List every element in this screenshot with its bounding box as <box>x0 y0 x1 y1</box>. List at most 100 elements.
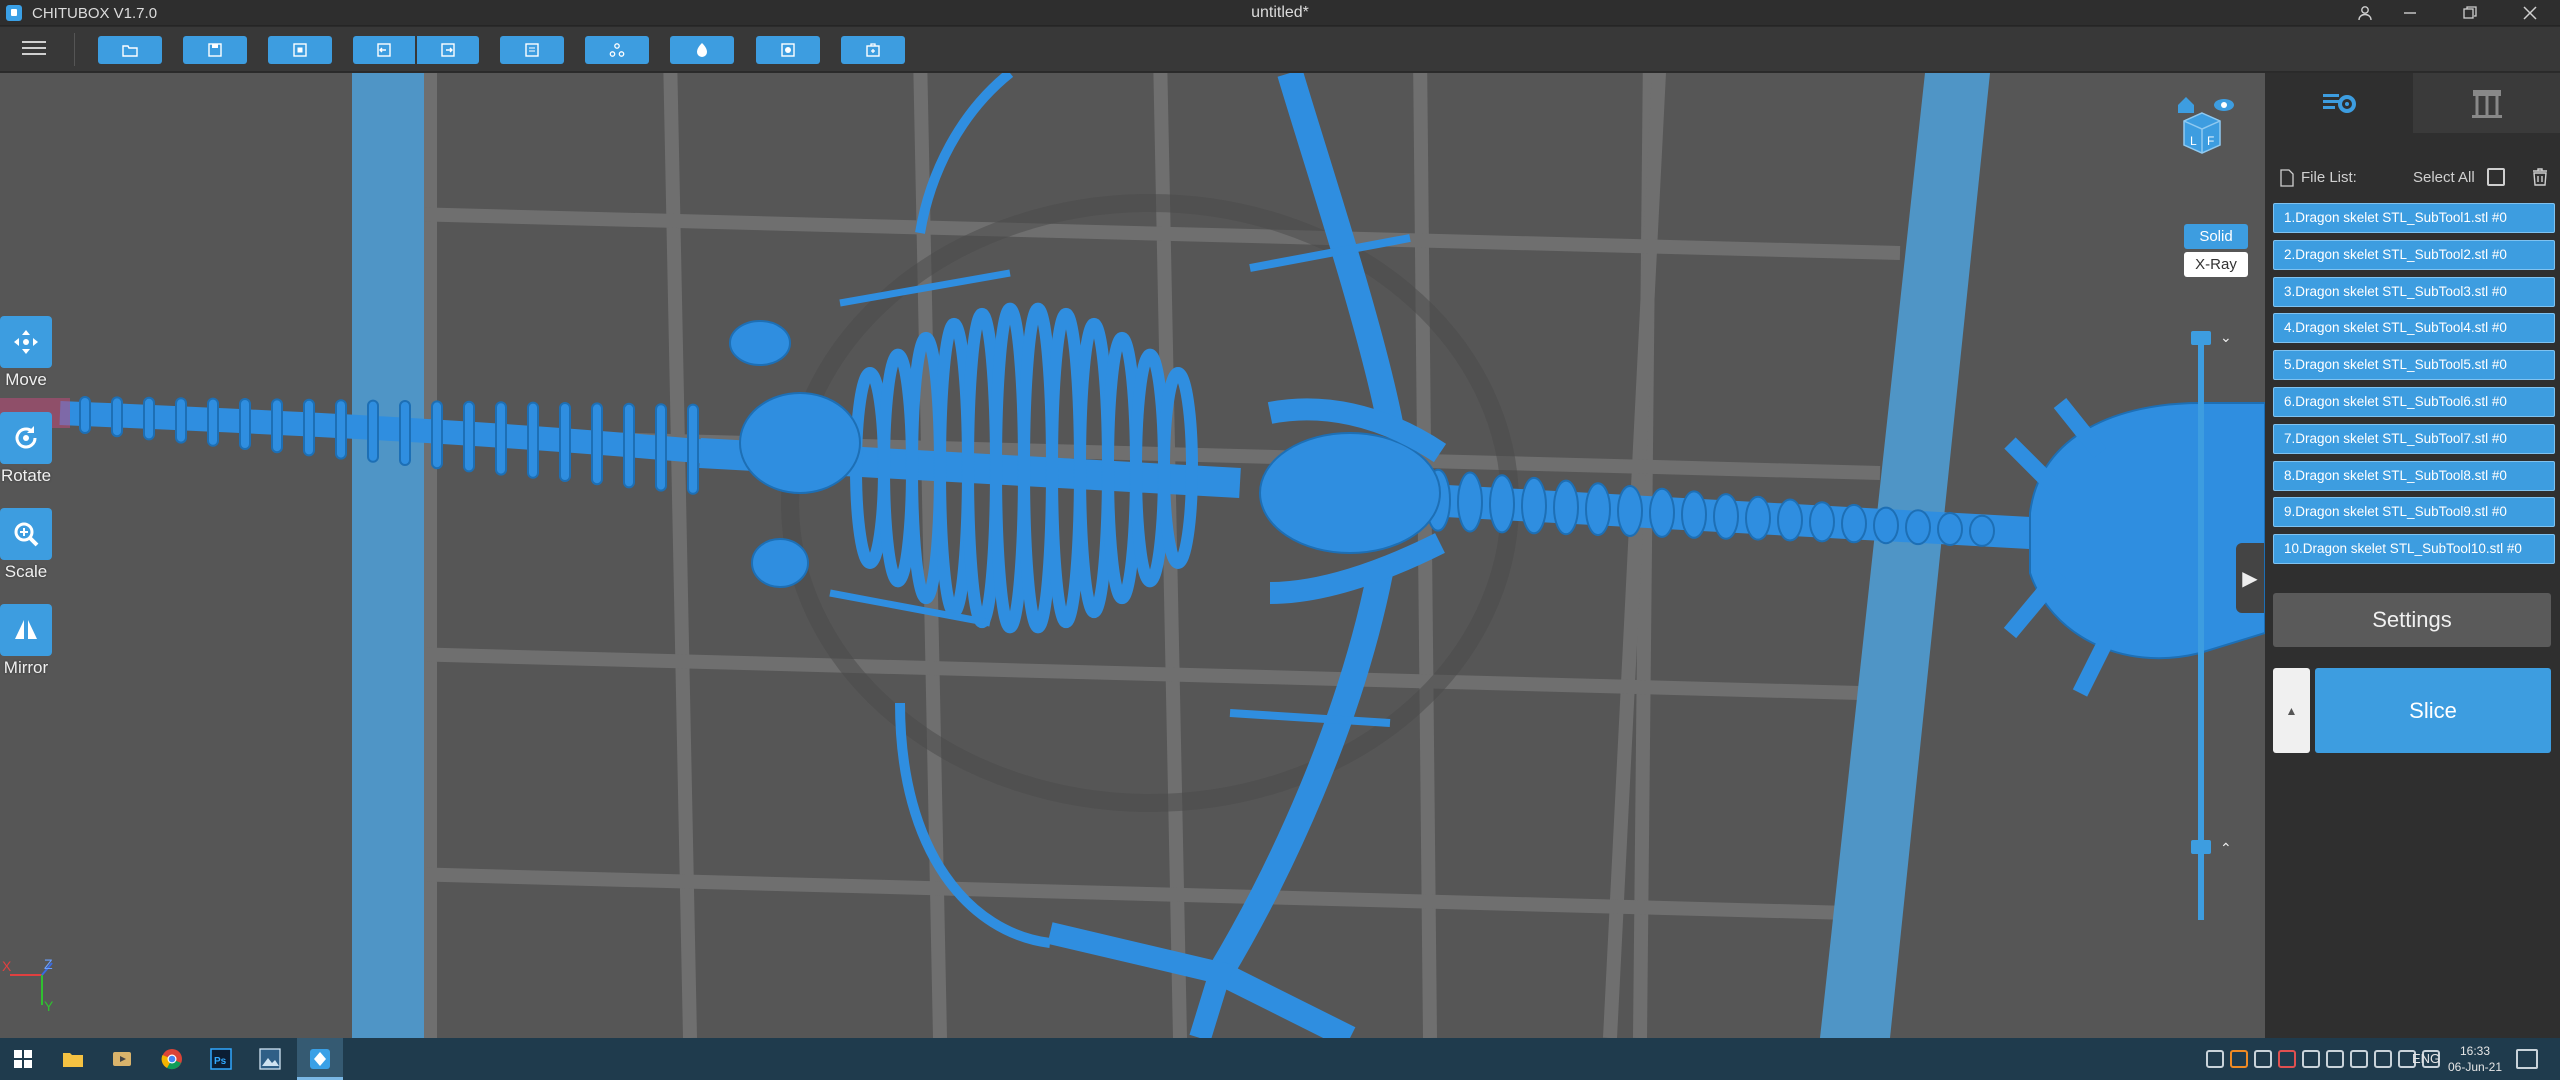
layout-icon <box>866 43 880 57</box>
photos-icon[interactable] <box>255 1044 285 1074</box>
dig-hole-icon <box>781 43 795 57</box>
hollow-icon <box>697 43 707 57</box>
file-list: 1.Dragon skelet STL_SubTool1.stl #0 2.Dr… <box>2273 203 2555 626</box>
scale-tool[interactable]: Scale <box>0 508 52 582</box>
settings-button[interactable]: Settings <box>2273 593 2551 647</box>
file-list-label: File List: <box>2301 169 2357 186</box>
file-list-item[interactable]: 7.Dragon skelet STL_SubTool7.stl #0 <box>2273 423 2555 454</box>
toolbar-divider <box>74 33 75 66</box>
clock-time: 16:33 <box>2459 1044 2491 1058</box>
home-icon <box>2178 97 2194 113</box>
tray-app-icon[interactable] <box>2326 1050 2344 1068</box>
network-icon[interactable] <box>2374 1050 2392 1068</box>
solid-mode-button[interactable]: Solid <box>2184 224 2248 249</box>
file-list-item[interactable]: 1.Dragon skelet STL_SubTool1.stl #0 <box>2273 203 2555 233</box>
triangle-up-icon: ▲ <box>2285 703 2298 718</box>
fit-view-button[interactable] <box>268 36 332 64</box>
axis-y-label: Y <box>44 998 54 1013</box>
layout-button[interactable] <box>841 36 905 64</box>
media-player-icon[interactable] <box>107 1044 137 1074</box>
chitubox-icon[interactable] <box>305 1044 335 1074</box>
open-file-icon <box>122 45 138 57</box>
chevron-down-icon[interactable]: ⌄ <box>2220 329 2232 346</box>
clock-date: 06-Jun-21 <box>2447 1060 2503 1074</box>
language-indicator[interactable]: ENG <box>2412 1051 2440 1066</box>
account-icon[interactable] <box>2345 0 2385 26</box>
save-button[interactable] <box>183 36 247 64</box>
file-icon <box>2280 169 2294 187</box>
collapse-panel-button[interactable]: ▶ <box>2236 543 2264 613</box>
mirror-label: Mirror <box>3 658 49 677</box>
minimize-icon[interactable] <box>2390 0 2430 26</box>
file-list-item[interactable]: 10.Dragon skelet STL_SubTool10.stl #0 <box>2273 534 2555 565</box>
start-icon[interactable] <box>8 1044 38 1074</box>
trash-icon[interactable] <box>2530 167 2550 187</box>
scale-icon[interactable] <box>0 508 52 560</box>
tab-model-settings[interactable] <box>2265 73 2412 133</box>
tab-supports[interactable] <box>2413 73 2560 133</box>
axis-gizmo: X Y Z <box>2 956 54 1013</box>
rotate-tool[interactable]: Rotate <box>0 412 52 486</box>
hamburger-menu-icon[interactable] <box>22 37 46 59</box>
move-tool[interactable]: Move <box>0 316 52 390</box>
open-file-button[interactable] <box>98 36 162 64</box>
3d-viewport[interactable]: Move Rotate Scale Mirror L F Solid X-Ray… <box>0 73 2265 1038</box>
mirror-tool[interactable]: Mirror <box>0 604 52 678</box>
scale-label: Scale <box>4 562 48 581</box>
chevron-up-icon[interactable]: ⌃ <box>2220 840 2232 857</box>
volume-icon[interactable] <box>2350 1050 2368 1068</box>
layer-slider-bottom-handle[interactable] <box>2191 840 2211 854</box>
select-all-label: Select All <box>2413 169 2475 186</box>
hollow-button[interactable] <box>670 36 734 64</box>
save-icon <box>208 43 222 57</box>
tray-app-icon[interactable] <box>2278 1050 2296 1068</box>
photoshop-icon[interactable]: Ps <box>206 1044 236 1074</box>
panel-tabs <box>2265 73 2560 133</box>
file-list-item[interactable]: 3.Dragon skelet STL_SubTool3.stl #0 <box>2273 276 2555 307</box>
svg-text:Ps: Ps <box>214 1056 227 1067</box>
right-panel: File List: Select All 1.Dragon skelet ST… <box>2265 73 2560 1038</box>
system-tray <box>2206 1050 2440 1070</box>
rotate-icon[interactable] <box>0 412 52 464</box>
dig-hole-button[interactable] <box>756 36 820 64</box>
tray-app-icon[interactable] <box>2206 1050 2224 1068</box>
slice-options-toggle[interactable]: ▲ <box>2273 668 2310 753</box>
rotate-label: Rotate <box>0 466 52 485</box>
file-list-item[interactable]: 4.Dragon skelet STL_SubTool4.stl #0 <box>2273 313 2555 344</box>
notification-icon[interactable] <box>2516 1049 2538 1069</box>
document-title: untitled* <box>1251 4 1309 21</box>
support-button[interactable] <box>585 36 649 64</box>
main-toolbar <box>0 27 2560 72</box>
file-list-item[interactable]: 8.Dragon skelet STL_SubTool8.stl #0 <box>2273 460 2555 491</box>
slice-button[interactable]: Slice <box>2315 668 2551 753</box>
mirror-icon[interactable] <box>0 604 52 656</box>
close-icon[interactable] <box>2510 0 2550 26</box>
tray-app-icon[interactable] <box>2254 1050 2272 1068</box>
title-bar: CHITUBOX V1.7.0 untitled* <box>0 0 2560 26</box>
file-list-item[interactable]: 9.Dragon skelet STL_SubTool9.stl #0 <box>2273 497 2555 528</box>
restore-icon[interactable] <box>2450 0 2490 26</box>
undo-button[interactable] <box>353 36 415 64</box>
list-icon <box>525 43 539 57</box>
redo-icon <box>441 43 455 57</box>
layer-slider-top-handle[interactable] <box>2191 331 2211 345</box>
model-settings-icon <box>2322 94 2356 113</box>
file-list-item[interactable]: 6.Dragon skelet STL_SubTool6.stl #0 <box>2273 386 2555 417</box>
layer-slider-track[interactable] <box>2198 338 2204 920</box>
file-explorer-icon[interactable] <box>58 1044 88 1074</box>
move-label: Move <box>5 370 47 389</box>
tray-app-icon[interactable] <box>2302 1050 2320 1068</box>
tray-app-icon[interactable] <box>2230 1050 2248 1068</box>
model-list-button[interactable] <box>500 36 564 64</box>
triangle-right-icon: ▶ <box>2242 567 2258 590</box>
file-list-item[interactable]: 2.Dragon skelet STL_SubTool2.stl #0 <box>2273 239 2555 270</box>
file-list-header: File List: Select All <box>2277 167 2552 189</box>
redo-button[interactable] <box>417 36 479 64</box>
xray-mode-button[interactable]: X-Ray <box>2184 252 2248 277</box>
file-list-item[interactable]: 5.Dragon skelet STL_SubTool5.stl #0 <box>2273 350 2555 381</box>
move-icon[interactable] <box>0 316 52 368</box>
clock[interactable]: 16:33 06-Jun-21 <box>2440 1043 2510 1075</box>
select-all-checkbox[interactable] <box>2487 168 2505 186</box>
chrome-icon[interactable] <box>157 1044 187 1074</box>
view-cube[interactable]: L F <box>2172 91 2236 161</box>
